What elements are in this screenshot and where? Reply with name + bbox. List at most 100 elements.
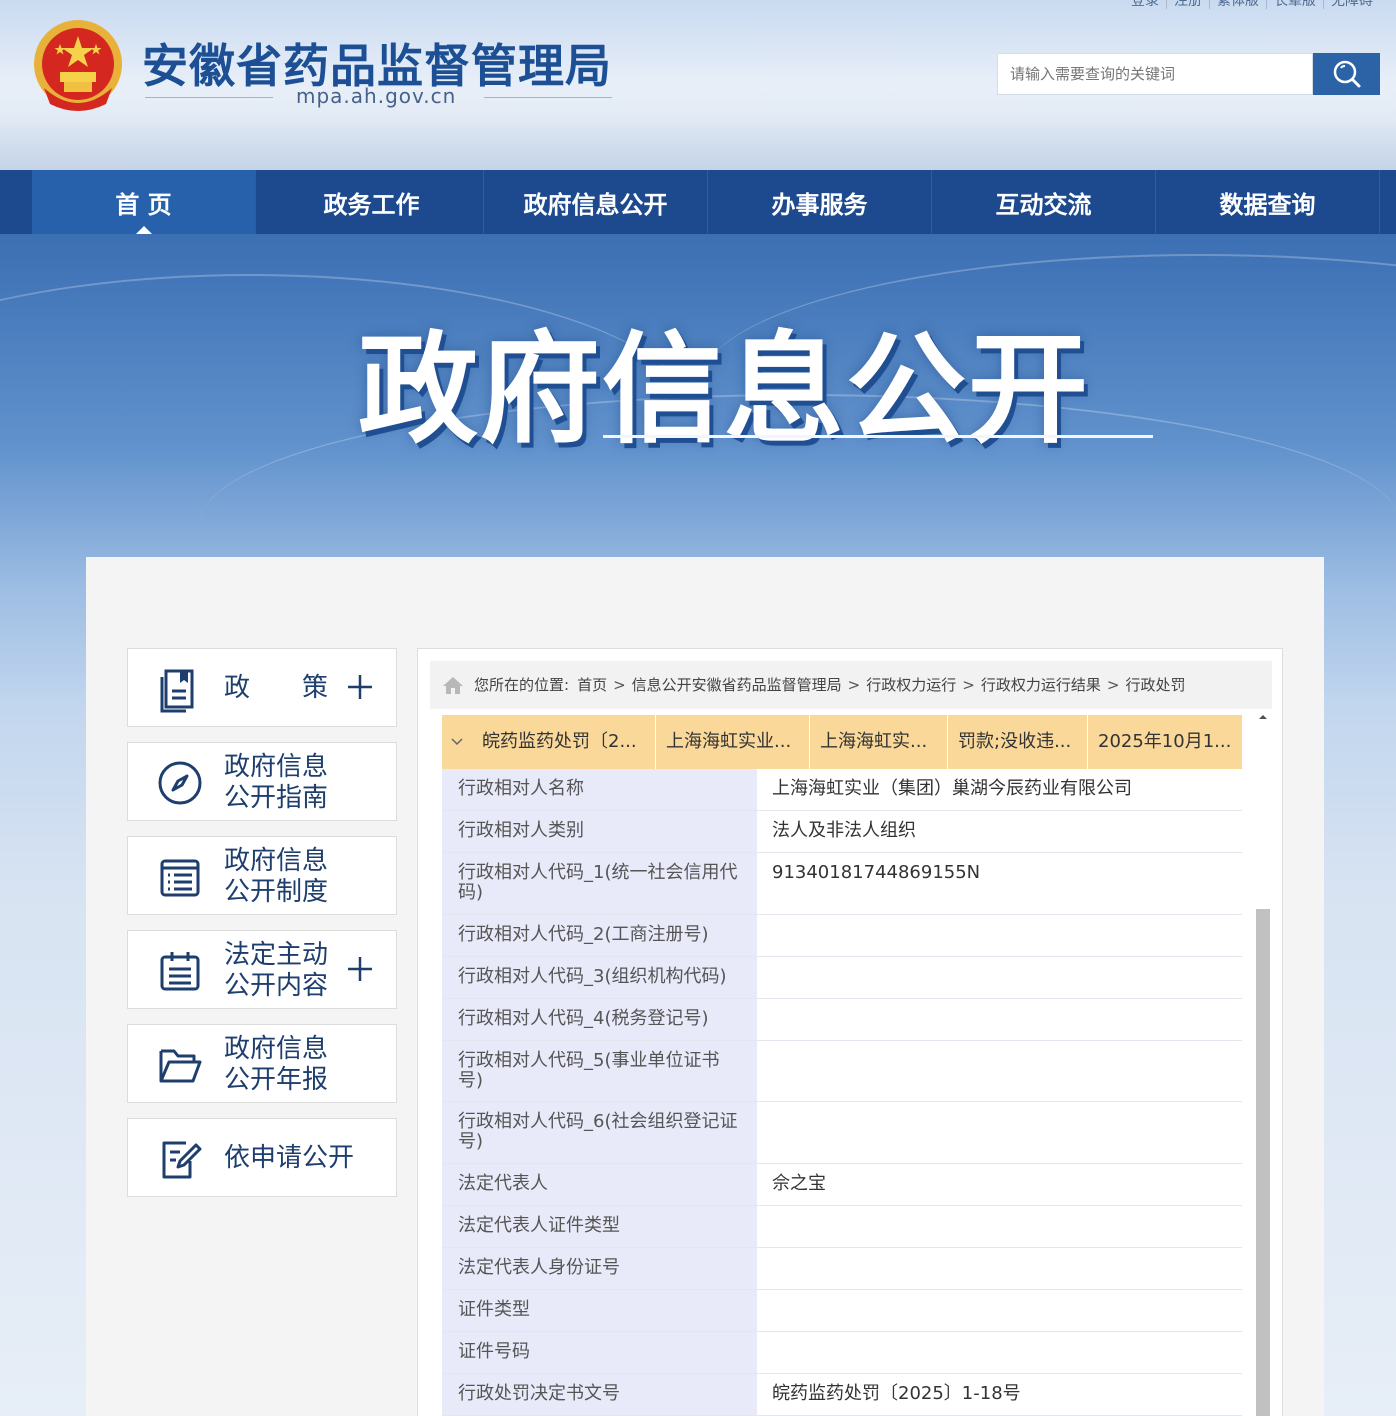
search-icon [1333, 60, 1360, 88]
chevron-down-icon [451, 738, 463, 746]
sidebar-item-guide[interactable]: 政府信息 公开指南 [127, 742, 397, 821]
scroll-thumb[interactable] [1256, 909, 1270, 1416]
breadcrumb: 您所在的位置: 首页 > 信息公开安徽省药品监督管理局 > 行政权力运行 > 行… [430, 661, 1272, 709]
site-header: 登录 注册 繁体版 长辈版 无障碍 安徽省药品监督管理局 mpa.ah.gov.… [0, 0, 1396, 170]
scrollbar[interactable] [1254, 709, 1272, 1416]
breadcrumb-item[interactable]: 信息公开安徽省药品监督管理局 [632, 661, 842, 709]
detail-label: 行政相对人代码_5(事业单位证书号) [442, 1041, 758, 1101]
detail-row: 行政相对人类别 法人及非法人组织 [442, 811, 1242, 853]
traditional-chinese-link[interactable]: 繁体版 [1209, 0, 1266, 9]
detail-value: 法人及非法人组织 [758, 811, 1242, 852]
detail-value: 上海海虹实业（集团）巢湖今辰药业有限公司 [758, 769, 1242, 810]
compass-icon [158, 761, 202, 805]
summary-cell-party-short: 上海海虹实... [810, 715, 948, 769]
detail-label: 行政相对人代码_3(组织机构代码) [442, 957, 758, 998]
summary-cell-doc-number: 皖药监药处罚〔2... [472, 715, 656, 769]
summary-cell-penalty-type: 罚款;没收违... [948, 715, 1088, 769]
nav-government-work[interactable]: 政务工作 [260, 170, 484, 234]
breadcrumb-separator: > [847, 676, 861, 694]
sidebar-item-label: 政 策 [224, 673, 329, 703]
detail-row: 法定代表人身份证号 [442, 1248, 1242, 1290]
home-icon [443, 677, 463, 694]
content-panel: 您所在的位置: 首页 > 信息公开安徽省药品监督管理局 > 行政权力运行 > 行… [417, 648, 1283, 1416]
nav-home[interactable]: 首 页 [32, 170, 256, 234]
site-domain: mpa.ah.gov.cn [296, 84, 457, 108]
register-link[interactable]: 注册 [1166, 0, 1209, 9]
scroll-up-icon[interactable] [1254, 710, 1272, 724]
sidebar-item-policy[interactable]: 政 策 [127, 648, 397, 727]
sidebar-item-mandatory-content[interactable]: 法定主动 公开内容 [127, 930, 397, 1009]
nav-info-disclosure[interactable]: 政府信息公开 [484, 170, 708, 234]
detail-value [758, 957, 1242, 998]
detail-label: 法定代表人身份证号 [442, 1248, 758, 1289]
detail-label: 法定代表人证件类型 [442, 1206, 758, 1247]
search-input[interactable] [997, 53, 1313, 95]
detail-row: 行政处罚决定书文号 皖药监药处罚〔2025〕1-18号 [442, 1374, 1242, 1416]
login-link[interactable]: 登录 [1124, 0, 1166, 9]
detail-table: 行政相对人名称 上海海虹实业（集团）巢湖今辰药业有限公司 行政相对人类别 法人及非法人… [442, 769, 1242, 1416]
nav-interaction[interactable]: 互动交流 [932, 170, 1156, 234]
detail-label: 行政相对人代码_4(税务登记号) [442, 999, 758, 1040]
detail-row: 行政相对人代码_6(社会组织登记证号) [442, 1102, 1242, 1164]
detail-value [758, 1102, 1242, 1163]
detail-value: 91340181744869155N [758, 853, 1242, 914]
edit-form-icon [162, 1141, 202, 1179]
detail-label: 行政相对人名称 [442, 769, 758, 810]
banner-underline [603, 435, 1153, 438]
detail-value [758, 1332, 1242, 1373]
accessibility-link[interactable]: 无障碍 [1323, 0, 1380, 9]
detail-value [758, 1041, 1242, 1101]
detail-label: 行政处罚决定书文号 [442, 1374, 758, 1415]
main-nav: 首 页 政务工作 政府信息公开 办事服务 互动交流 数据查询 [0, 170, 1396, 234]
breadcrumb-item[interactable]: 行政权力运行结果 [981, 661, 1101, 709]
collapse-toggle[interactable] [442, 715, 472, 769]
sidebar-item-label: 政府信息 公开年报 [224, 1034, 329, 1095]
detail-row: 行政相对人代码_4(税务登记号) [442, 999, 1242, 1041]
list-document-icon [160, 859, 200, 897]
breadcrumb-current[interactable]: 行政处罚 [1125, 661, 1185, 709]
plus-icon[interactable] [346, 955, 374, 983]
detail-row: 行政相对人名称 上海海虹实业（集团）巢湖今辰药业有限公司 [442, 769, 1242, 811]
domain-divider-right [484, 97, 612, 98]
nav-services[interactable]: 办事服务 [708, 170, 932, 234]
detail-value: 佘之宝 [758, 1164, 1242, 1205]
detail-label: 法定代表人 [442, 1164, 758, 1205]
detail-value [758, 999, 1242, 1040]
detail-label: 证件号码 [442, 1332, 758, 1373]
breadcrumb-item[interactable]: 行政权力运行 [866, 661, 956, 709]
detail-row: 证件类型 [442, 1290, 1242, 1332]
nav-data-query[interactable]: 数据查询 [1156, 170, 1380, 234]
sidebar-item-label: 政府信息 公开制度 [224, 846, 329, 907]
policy-document-icon [160, 669, 194, 713]
sidebar-item-annual-report[interactable]: 政府信息 公开年报 [127, 1024, 397, 1103]
detail-value [758, 1248, 1242, 1289]
folder-icon [159, 1049, 202, 1083]
breadcrumb-prefix: 您所在的位置: [474, 676, 570, 694]
detail-row: 法定代表人证件类型 [442, 1206, 1242, 1248]
sidebar-item-system[interactable]: 政府信息 公开制度 [127, 836, 397, 915]
detail-row: 行政相对人代码_1(统一社会信用代码) 91340181744869155N [442, 853, 1242, 915]
detail-label: 证件类型 [442, 1290, 758, 1331]
plus-icon[interactable] [346, 673, 374, 701]
breadcrumb-separator: > [613, 676, 626, 694]
breadcrumb-separator: > [962, 676, 975, 694]
sidebar-item-label: 政府信息 公开指南 [224, 752, 329, 813]
summary-row[interactable]: 皖药监药处罚〔2... 上海海虹实业... 上海海虹实... 罚款;没收违...… [442, 715, 1242, 769]
detail-value [758, 915, 1242, 956]
banner-title: 政府信息公开 [358, 321, 1090, 460]
detail-value: 皖药监药处罚〔2025〕1-18号 [758, 1374, 1242, 1415]
detail-row: 法定代表人 佘之宝 [442, 1164, 1242, 1206]
detail-row: 证件号码 [442, 1332, 1242, 1374]
calendar-list-icon [160, 952, 200, 991]
national-emblem-icon [34, 20, 122, 111]
summary-cell-party-name: 上海海虹实业... [656, 715, 810, 769]
detail-value [758, 1290, 1242, 1331]
detail-label: 行政相对人代码_1(统一社会信用代码) [442, 853, 758, 914]
sidebar-item-label: 法定主动 公开内容 [224, 940, 329, 1001]
summary-cell-date: 2025年10月1... [1098, 731, 1232, 752]
detail-row: 行政相对人代码_2(工商注册号) [442, 915, 1242, 957]
elder-version-link[interactable]: 长辈版 [1266, 0, 1323, 9]
search-button[interactable] [1313, 53, 1380, 95]
breadcrumb-home[interactable]: 首页 [577, 661, 607, 709]
sidebar-item-application[interactable]: 依申请公开 [127, 1118, 397, 1197]
